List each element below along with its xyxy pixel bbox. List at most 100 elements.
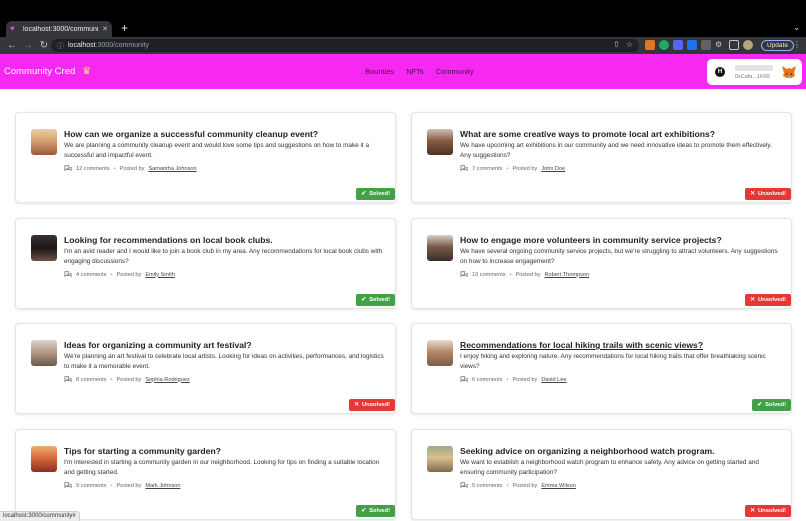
extension-icon-4[interactable] — [687, 40, 697, 50]
posted-by-label: Posted by — [116, 482, 142, 489]
browser-menu-icon[interactable]: ⋮ — [793, 40, 801, 49]
author-link[interactable]: Mark Johnson — [145, 483, 180, 489]
author-avatar — [31, 129, 57, 155]
post-card[interactable]: Looking for recommendations on local boo… — [15, 218, 396, 309]
comments-icon — [64, 271, 72, 278]
post-title[interactable]: Seeking advice on organizing a neighborh… — [460, 446, 780, 456]
wallet-address: 0xCafa...1F00 — [735, 74, 770, 80]
tab-search-chevron-icon[interactable]: ⌄ — [793, 23, 800, 32]
post-title[interactable]: Recommendations for local hiking trails … — [460, 340, 780, 350]
comment-count[interactable]: 12 comments — [76, 166, 110, 172]
new-tab-icon[interactable]: + — [121, 22, 128, 34]
status-label: Solved! — [765, 402, 786, 408]
solved-badge: ✔ Solved! — [752, 399, 791, 411]
comments-icon — [64, 376, 72, 383]
post-title[interactable]: Looking for recommendations on local boo… — [64, 235, 384, 245]
comments-icon — [460, 482, 468, 489]
author-avatar — [427, 446, 453, 472]
posted-by-label: Posted by — [119, 165, 145, 172]
wallet-connect-button[interactable]: H 0xCafa...1F00 — [707, 59, 802, 85]
nav-community[interactable]: Community — [436, 67, 474, 76]
wallet-name-placeholder — [735, 65, 773, 71]
comments-icon — [460, 376, 468, 383]
reload-icon[interactable]: ↻ — [36, 40, 52, 51]
author-link[interactable]: Samantha Johnson — [148, 166, 196, 172]
author-link[interactable]: David Lee — [541, 377, 566, 383]
post-card[interactable]: Tips for starting a community garden? I'… — [15, 429, 396, 520]
forward-arrow-icon[interactable]: → — [20, 40, 36, 51]
post-card[interactable]: Seeking advice on organizing a neighborh… — [411, 429, 792, 520]
post-card[interactable]: Ideas for organizing a community art fes… — [15, 323, 396, 414]
main-nav: Bounties NFTs Community — [365, 67, 474, 76]
status-label: Unsolved! — [757, 508, 786, 514]
post-title[interactable]: Ideas for organizing a community art fes… — [64, 340, 384, 350]
site-info-icon[interactable]: ⓘ — [57, 41, 64, 51]
comment-count[interactable]: 10 comments — [472, 272, 506, 278]
post-card[interactable]: How to engage more volunteers in communi… — [411, 218, 792, 309]
comment-count[interactable]: 6 comments — [472, 377, 502, 383]
meta-separator: • — [506, 482, 509, 489]
unsolved-badge: ✕ Unsolved! — [349, 399, 395, 411]
close-tab-icon[interactable]: ✕ — [102, 25, 108, 33]
author-link[interactable]: Robert Thompson — [544, 272, 589, 278]
post-title[interactable]: Tips for starting a community garden? — [64, 446, 384, 456]
comment-count[interactable]: 4 comments — [76, 272, 106, 278]
post-card[interactable]: What are some creative ways to promote l… — [411, 112, 792, 203]
solved-badge: ✔ Solved! — [356, 188, 395, 200]
update-button[interactable]: Update — [761, 40, 794, 51]
author-avatar — [31, 235, 57, 261]
post-title[interactable]: How can we organize a successful communi… — [64, 129, 384, 139]
side-panel-icon[interactable] — [729, 40, 739, 50]
meta-separator: • — [509, 271, 512, 278]
brand[interactable]: Community Cred ♛ — [4, 66, 91, 77]
url-path: :3000/community — [95, 42, 149, 49]
share-icon[interactable]: ⇧ — [613, 40, 620, 49]
status-label: Solved! — [369, 191, 390, 197]
extension-icon-2[interactable] — [659, 40, 669, 50]
status-label: Unsolved! — [757, 297, 786, 303]
back-arrow-icon[interactable]: ← — [4, 40, 20, 51]
brand-name: Community Cred — [4, 66, 76, 77]
posted-by-label: Posted by — [512, 376, 538, 383]
comments-icon — [460, 165, 468, 172]
post-meta: 7 comments • Posted by John Doe — [460, 165, 565, 172]
post-body: We have several ongoing community servic… — [460, 248, 778, 265]
author-link[interactable]: Sophia Rodriguez — [145, 377, 189, 383]
extension-icon-3[interactable] — [673, 40, 683, 50]
post-body: We are planning a community cleanup even… — [64, 142, 370, 159]
nav-bounties[interactable]: Bounties — [365, 67, 394, 76]
bookmark-star-icon[interactable]: ☆ — [626, 40, 633, 49]
author-link[interactable]: John Doe — [541, 166, 565, 172]
favicon-heart-icon: ♥ — [10, 24, 15, 33]
author-link[interactable]: Emma Wilson — [541, 483, 576, 489]
post-meta: 12 comments • Posted by Samantha Johnson — [64, 165, 197, 172]
address-bar[interactable]: ⓘ localhost:3000/community ⇧ ☆ — [51, 39, 639, 52]
post-title[interactable]: How to engage more volunteers in communi… — [460, 235, 780, 245]
comment-count[interactable]: 9 comments — [76, 483, 106, 489]
unsolved-badge: ✕ Unsolved! — [745, 294, 791, 306]
post-title[interactable]: What are some creative ways to promote l… — [460, 129, 780, 139]
x-icon: ✕ — [354, 402, 359, 408]
post-card[interactable]: How can we organize a successful communi… — [15, 112, 396, 203]
extension-icon-5[interactable] — [701, 40, 711, 50]
posted-by-label: Posted by — [512, 165, 538, 172]
puzzle-extensions-icon[interactable]: ⚙ — [715, 40, 725, 50]
nav-nfts[interactable]: NFTs — [406, 67, 424, 76]
comment-count[interactable]: 8 comments — [76, 377, 106, 383]
profile-avatar[interactable] — [743, 40, 753, 50]
meta-separator: • — [110, 376, 113, 383]
crown-icon: ♛ — [82, 66, 92, 77]
extensions-bar: ⚙ — [645, 40, 753, 50]
metamask-extension-icon[interactable] — [645, 40, 655, 50]
status-bar: localhost:3000/community# — [0, 511, 80, 521]
meta-separator: • — [506, 376, 509, 383]
comments-icon — [64, 165, 72, 172]
comment-count[interactable]: 7 comments — [472, 166, 502, 172]
author-link[interactable]: Emily Smith — [145, 272, 175, 278]
post-body: I'm interested in starting a community g… — [64, 459, 380, 476]
status-label: Unsolved! — [361, 402, 390, 408]
solved-badge: ✔ Solved! — [356, 294, 395, 306]
browser-tab[interactable]: ♥ localhost:3000/community ✕ — [6, 21, 112, 37]
comment-count[interactable]: 5 comments — [472, 483, 502, 489]
post-card[interactable]: Recommendations for local hiking trails … — [411, 323, 792, 414]
